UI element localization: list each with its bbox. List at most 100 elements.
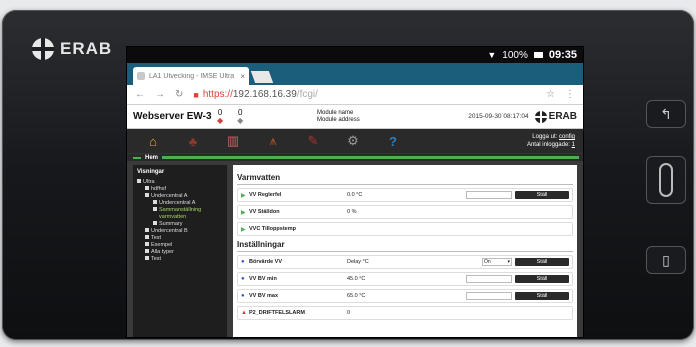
brand-name: ERAB	[60, 39, 113, 58]
hardware-back-button[interactable]: ↰	[646, 100, 686, 128]
dot-icon: ●	[241, 293, 245, 299]
status-bar: ▼ 100% 09:35	[127, 47, 583, 63]
setpoint-input[interactable]	[466, 292, 512, 300]
tree-item-test-2[interactable]: Test	[137, 256, 223, 263]
setpoint-input[interactable]	[466, 191, 512, 199]
breadcrumb: Hem	[127, 153, 583, 161]
row-label: VVC Tilloppstemp	[249, 226, 296, 232]
close-tab-icon[interactable]: ×	[240, 72, 245, 81]
row-label: P2_DRIFTFELSLARM	[249, 310, 305, 316]
tree-item-test[interactable]: Test	[137, 235, 223, 242]
logout-link[interactable]: config	[559, 134, 575, 140]
signal-icon: ▼	[487, 50, 497, 60]
tree-item-sammanstallning[interactable]: Sammanställning	[137, 207, 223, 214]
tree-item-alla-typer[interactable]: Alla typer	[137, 249, 223, 256]
dot-icon: ●	[241, 276, 245, 282]
tree-item-varmvatten[interactable]: varmvatten	[137, 214, 223, 221]
mode-select[interactable]: On ▾	[482, 258, 512, 266]
address-bar: ← → ↻ ■ https://192.168.16.39/fcgi/ ☆ ⋮	[127, 85, 583, 105]
breadcrumb-home[interactable]: Hem	[145, 155, 158, 161]
row-value: 0 %	[347, 209, 357, 215]
stall-button[interactable]: Ställ	[515, 191, 569, 199]
home-icon[interactable]: ⌂	[133, 134, 173, 149]
row-vvc-tilloppstemp: ▶ VVC Tilloppstemp	[237, 222, 573, 236]
tree-item-summary[interactable]: Summary	[137, 221, 223, 228]
browser-tab-strip: LA1 Utvecking - IMSE Ultra ×	[127, 63, 583, 85]
erab-logo: ERAB	[32, 38, 112, 60]
battery-icon	[533, 52, 543, 58]
row-vv-bv-min: ● VV BV min 45.0 °C Ställ	[237, 272, 573, 286]
gear-icon[interactable]: ⚙	[333, 133, 373, 149]
row-label: VV Ställdon	[249, 209, 280, 215]
tool-icon[interactable]: ✎	[293, 133, 333, 149]
app-header: Webserver EW-3 0 ◆ 0 ◆ Module name Modul…	[127, 105, 583, 129]
tree-item-undercentral-a-child[interactable]: Undercentral A	[137, 200, 223, 207]
chart-icon[interactable]: ▥	[213, 133, 253, 149]
browser-menu-icon[interactable]: ⋮	[565, 89, 575, 100]
row-vv-stalldon: ▶ VV Ställdon 0 %	[237, 205, 573, 219]
lock-icon: ■	[193, 89, 199, 100]
row-value: 65.0 °C	[347, 293, 366, 299]
stall-button[interactable]: Ställ	[515, 275, 569, 283]
reload-icon[interactable]: ↻	[175, 89, 183, 100]
alarm-counter-a[interactable]: 0 ◆	[217, 108, 224, 125]
module-name: Module name	[317, 109, 354, 116]
battery-level: 100%	[502, 49, 528, 61]
tree-item-undercentral-a[interactable]: Undercentral A	[137, 193, 223, 200]
dot-icon: ●	[241, 259, 245, 265]
url-protocol: https://	[202, 89, 233, 100]
play-icon: ▶	[241, 226, 246, 233]
back-arrow-icon[interactable]: ←	[135, 89, 145, 100]
new-tab-button[interactable]	[250, 71, 274, 83]
url-field[interactable]: ■ https://192.168.16.39/fcgi/	[193, 89, 536, 100]
tower-icon[interactable]: ⩚	[253, 133, 293, 149]
tree-item-ultra[interactable]: Ultra	[137, 179, 223, 186]
logged-in-label: Antal inloggade:	[526, 142, 570, 148]
row-vv-reglerfel: ▶ VV Reglerfel 0.0 °C Ställ	[237, 188, 573, 202]
recent-apps-icon: ▯	[662, 251, 670, 268]
main-panel: Varmvatten ▶ VV Reglerfel 0.0 °C Ställ ▶…	[233, 165, 577, 337]
view-tree: Visningar Ultra hdfhsf Undercentral A Un…	[133, 165, 227, 337]
header-logo: ERAB	[534, 110, 577, 123]
tablet-device: ERAB ▼ 100% 09:35 LA1 Utvecking - IMSE U…	[2, 10, 694, 340]
breadcrumb-marker	[133, 156, 141, 159]
tree-item-hdfhsf[interactable]: hdfhsf	[137, 186, 223, 193]
play-icon: ▶	[241, 209, 246, 216]
row-label: VV BV max	[249, 293, 279, 299]
stall-button[interactable]: Ställ	[515, 292, 569, 300]
tree-item-undercentral-b[interactable]: Undercentral B	[137, 228, 223, 235]
erab-logo-icon	[32, 38, 54, 60]
hardware-home-button[interactable]	[646, 156, 686, 204]
alarm-counter-b[interactable]: 0 ◆	[237, 108, 244, 125]
home-pill-icon	[659, 163, 673, 197]
row-value: 0.0 °C	[347, 192, 363, 198]
section-title-varmvatten: Varmvatten	[237, 173, 573, 185]
row-vv-bv-max: ● VV BV max 65.0 °C Ställ	[237, 289, 573, 303]
clock: 09:35	[548, 49, 577, 61]
breadcrumb-bar	[162, 156, 579, 159]
alarm-bell-icon: ◆	[217, 115, 224, 125]
erab-header-logo-icon	[534, 110, 547, 123]
row-label: VV BV min	[249, 276, 277, 282]
bell-icon[interactable]: ♣	[173, 134, 213, 149]
play-icon: ▶	[241, 192, 246, 199]
header-logo-text: ERAB	[548, 111, 577, 122]
row-label: Börvärde VV	[249, 259, 283, 265]
content-area: Visningar Ultra hdfhsf Undercentral A Un…	[127, 161, 583, 337]
hardware-recent-button[interactable]: ▯	[646, 246, 686, 274]
app-name: Webserver EW-3	[133, 111, 212, 122]
alarm-muted-icon: ◆	[237, 115, 244, 125]
tree-item-exempel[interactable]: Exempel	[137, 242, 223, 249]
setpoint-input[interactable]	[466, 275, 512, 283]
logged-in-count: 1	[571, 142, 575, 148]
row-value: 45.0 °C	[347, 276, 366, 282]
bookmark-star-icon[interactable]: ☆	[546, 89, 555, 100]
stall-button[interactable]: Ställ	[515, 258, 569, 266]
chevron-down-icon: ▾	[507, 259, 510, 265]
help-icon[interactable]: ?	[373, 134, 413, 149]
browser-tab[interactable]: LA1 Utvecking - IMSE Ultra ×	[133, 67, 249, 85]
module-address: Module address	[317, 116, 360, 123]
row-p2-driftfelslarm: ▲ P2_DRIFTFELSLARM 0	[237, 306, 573, 320]
forward-arrow-icon[interactable]: →	[155, 89, 165, 100]
row-value: 0	[347, 310, 351, 316]
